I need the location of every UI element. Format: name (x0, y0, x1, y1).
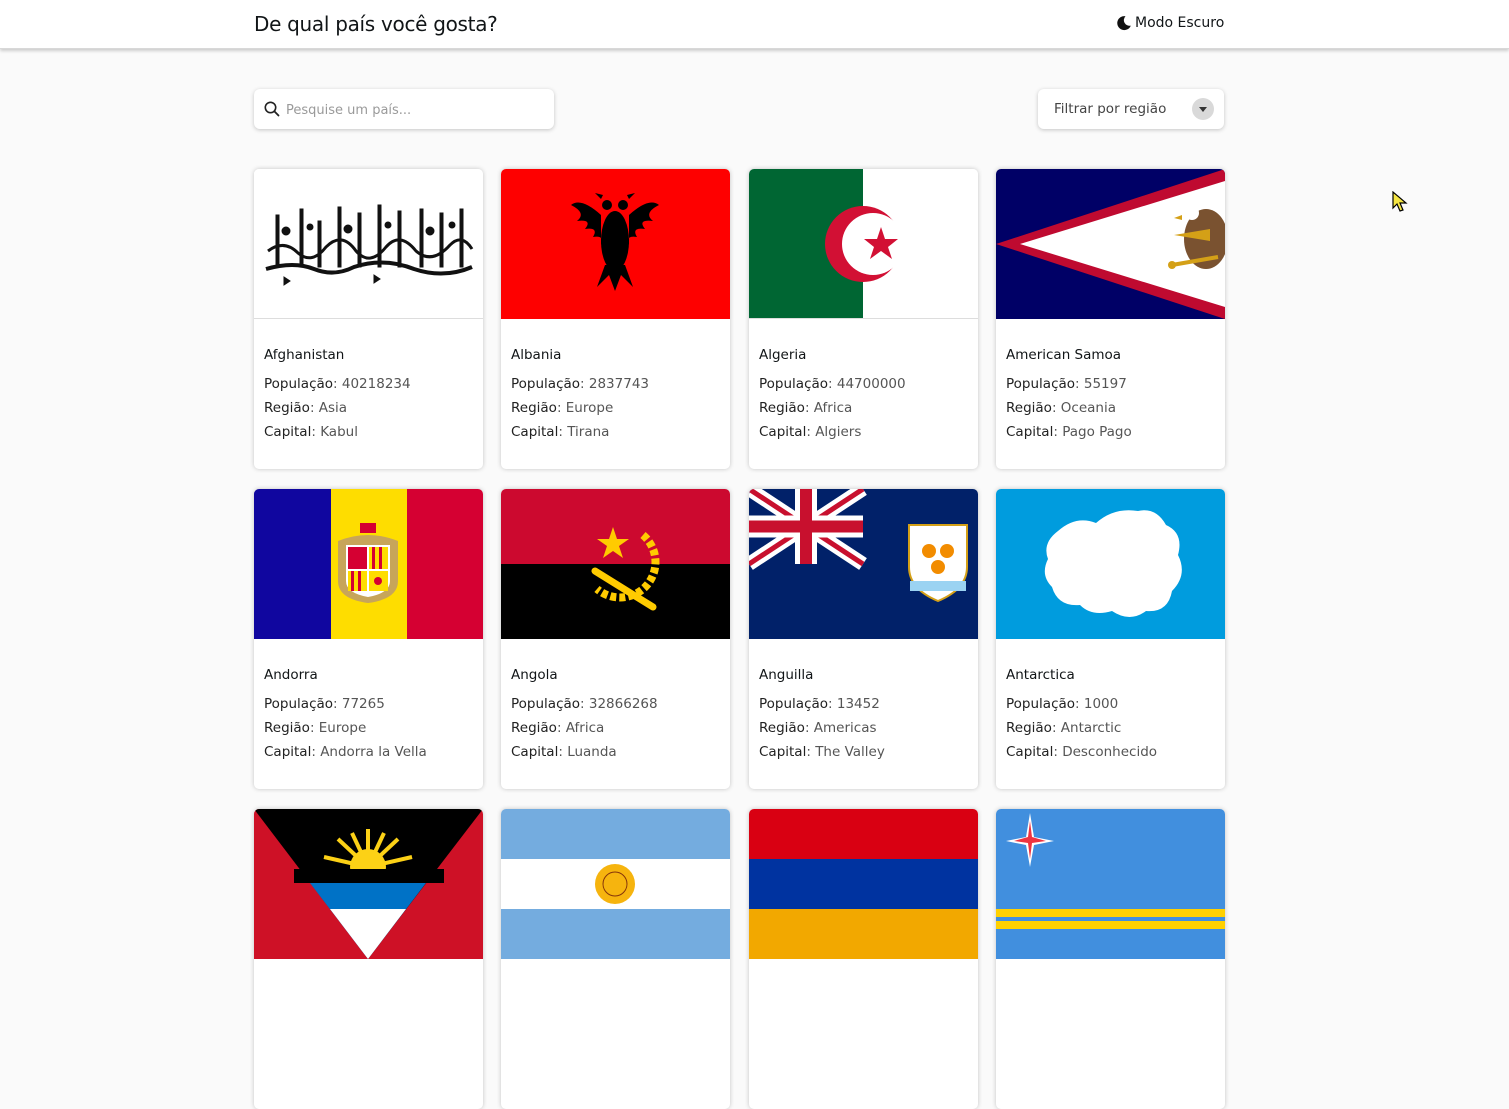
capital-value: Luanda (567, 744, 617, 760)
country-card-afghanistan[interactable]: Afghanistan População: 40218234 Região: … (254, 169, 483, 469)
population-value: 40218234 (341, 376, 411, 392)
population-value: 1000 (1083, 696, 1119, 712)
region-value: Europe (318, 720, 367, 736)
country-card-antigua-and-barbuda[interactable] (254, 809, 483, 1109)
capital-value: Tirana (567, 424, 610, 440)
moon-icon (1117, 16, 1131, 31)
american-samoa-flag (996, 169, 1225, 319)
country-card-angola[interactable]: Angola População: 32866268 Região: Afric… (501, 489, 730, 789)
population-value: 44700000 (836, 376, 906, 392)
country-card-american-samoa[interactable]: American Samoa População: 55197 Região: … (996, 169, 1225, 469)
country-card-aruba[interactable] (996, 809, 1225, 1109)
country-name: American Samoa (1006, 347, 1122, 363)
chevron-down-icon (1192, 98, 1214, 120)
antigua-and-barbuda-flag (254, 809, 483, 959)
country-card-argentina[interactable] (501, 809, 730, 1109)
region-value: Oceania (1060, 400, 1116, 416)
app-header: De qual país você gosta? Modo Escuro (0, 0, 1509, 49)
region-filter-select[interactable]: Filtrar por região (1038, 89, 1224, 129)
search-input[interactable] (284, 89, 548, 131)
region-value: Antarctic (1060, 720, 1122, 736)
capital-value: Desconhecido (1062, 744, 1158, 760)
country-card-anguilla[interactable]: Anguilla População: 13452 Região: Americ… (749, 489, 978, 789)
population-value: 32866268 (588, 696, 658, 712)
dark-mode-toggle[interactable]: Modo Escuro (1116, 15, 1224, 31)
armenia-flag (749, 809, 978, 959)
search-box (254, 89, 554, 131)
capital-value: Andorra la Vella (320, 744, 427, 760)
aruba-flag (996, 809, 1225, 959)
population-value: 55197 (1083, 376, 1127, 392)
population-value: 13452 (836, 696, 880, 712)
country-card-albania[interactable]: Albania População: 2837743 Região: Europ… (501, 169, 730, 469)
afghanistan-flag (254, 169, 483, 319)
anguilla-flag (749, 489, 978, 639)
country-name: Afghanistan (264, 347, 345, 363)
population-value: 2837743 (588, 376, 649, 392)
page-title: De qual país você gosta? (254, 12, 498, 36)
capital-value: The Valley (815, 744, 885, 760)
region-value: Asia (318, 400, 348, 416)
country-card-andorra[interactable]: Andorra População: 77265 Região: Europe … (254, 489, 483, 789)
country-name: Angola (511, 667, 558, 683)
country-card-antarctica[interactable]: Antarctica População: 1000 Região: Antar… (996, 489, 1225, 789)
antarctica-flag (996, 489, 1225, 639)
dark-mode-label: Modo Escuro (1135, 15, 1225, 31)
region-value: Africa (813, 400, 853, 416)
country-name: Algeria (759, 347, 807, 363)
population-value: 77265 (341, 696, 385, 712)
albania-flag (501, 169, 730, 319)
andorra-flag (254, 489, 483, 639)
capital-value: Kabul (320, 424, 358, 440)
country-name: Antarctica (1006, 667, 1075, 683)
region-value: Africa (565, 720, 605, 736)
algeria-flag (749, 169, 978, 319)
country-name: Anguilla (759, 667, 814, 683)
argentina-flag (501, 809, 730, 959)
capital-value: Algiers (815, 424, 862, 440)
capital-value: Pago Pago (1062, 424, 1132, 440)
country-card-algeria[interactable]: Algeria População: 44700000 Região: Afri… (749, 169, 978, 469)
region-value: Europe (565, 400, 614, 416)
region-value: Americas (813, 720, 877, 736)
country-name: Albania (511, 347, 562, 363)
country-name: Andorra (264, 667, 318, 683)
search-icon (264, 101, 280, 117)
country-card-armenia[interactable] (749, 809, 978, 1109)
region-filter-label: Filtrar por região (1054, 101, 1167, 117)
angola-flag (501, 489, 730, 639)
mouse-cursor-icon (1392, 191, 1408, 212)
